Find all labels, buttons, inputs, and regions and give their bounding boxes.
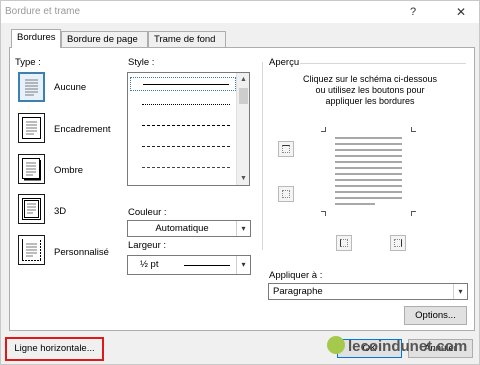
dialog-title: Bordure et trame	[5, 6, 81, 17]
type-shadow-label[interactable]: Ombre	[54, 165, 83, 176]
type-label: Type :	[15, 57, 41, 68]
style-dashed-medium-item[interactable]	[130, 140, 236, 154]
close-button[interactable]: ✕	[451, 3, 471, 21]
apply-to-label: Appliquer à :	[269, 270, 323, 281]
corner-mark	[321, 211, 326, 216]
preview-instruction-line-3: appliquer les bordures	[325, 96, 415, 106]
borders-dialog: Bordure et trame ? ✕ Bordures Bordure de…	[0, 0, 480, 365]
dashed-large-line-sample	[142, 167, 230, 168]
style-dotted-item[interactable]	[130, 98, 236, 112]
type-3d-label[interactable]: 3D	[54, 206, 66, 217]
smiley-logo-icon	[327, 336, 345, 355]
preview-text-line	[335, 143, 402, 145]
width-line-sample	[184, 265, 230, 266]
type-none-label[interactable]: Aucune	[54, 82, 86, 93]
solid-line-sample	[143, 84, 229, 85]
preview-text-line	[335, 161, 402, 163]
corner-mark	[321, 127, 326, 132]
dashed-small-line-sample	[142, 125, 230, 126]
tab-bordure-de-page-label: Bordure de page	[67, 34, 138, 45]
preview-text-line	[335, 191, 402, 193]
border-box-icon	[22, 117, 41, 139]
inside-horizontal-border-button[interactable]	[278, 186, 294, 202]
preview-text-line	[335, 185, 402, 187]
preview-text-line	[335, 137, 402, 139]
style-list-scrollbar[interactable]: ▲ ▼	[236, 73, 249, 185]
dashed-medium-line-sample	[142, 146, 230, 147]
border-shadow-icon	[22, 158, 41, 181]
preview-text-line	[335, 203, 375, 205]
dotted-line-sample	[142, 104, 230, 105]
apply-to-value: Paragraphe	[273, 286, 323, 297]
preview-text-line	[335, 155, 402, 157]
chevron-down-icon[interactable]: ▾	[453, 284, 467, 299]
type-shadow-button[interactable]	[18, 154, 45, 184]
left-border-icon	[340, 239, 348, 247]
watermark-text: lecoindunet.com	[348, 338, 468, 355]
right-border-icon	[394, 239, 402, 247]
horizontal-line-button[interactable]: Ligne horizontale...	[7, 339, 102, 358]
preview-text-line	[335, 197, 402, 199]
preview-text-line	[335, 167, 402, 169]
preview-text-line	[335, 179, 402, 181]
type-custom-button[interactable]	[18, 235, 45, 265]
color-value: Automatique	[155, 223, 209, 234]
border-custom-icon	[22, 239, 41, 261]
title-bar: Bordure et trame ? ✕	[1, 1, 479, 23]
style-solid-item[interactable]	[130, 77, 236, 91]
width-label: Largeur :	[128, 240, 167, 251]
watermark: lecoindunet.com	[327, 336, 468, 362]
preview-instruction-line-1: Cliquez sur le schéma ci-dessous	[302, 74, 438, 84]
top-border-button[interactable]	[278, 141, 294, 157]
tab-trame-de-fond-label: Trame de fond	[154, 34, 216, 45]
scroll-down-icon[interactable]: ▼	[237, 172, 249, 185]
apply-to-select[interactable]: Paragraphe ▾	[268, 283, 468, 300]
inside-horizontal-border-icon	[282, 190, 290, 198]
tab-trame-de-fond[interactable]: Trame de fond	[148, 31, 226, 48]
tab-bordures[interactable]: Bordures	[11, 29, 61, 48]
scroll-thumb[interactable]	[239, 88, 248, 104]
preview-text-line	[335, 149, 402, 151]
left-border-button[interactable]	[336, 235, 352, 251]
border-none-icon	[25, 79, 38, 96]
help-button[interactable]: ?	[405, 4, 421, 20]
right-border-button[interactable]	[390, 235, 406, 251]
color-select[interactable]: Automatique ▾	[127, 220, 251, 237]
width-select[interactable]: ½ pt ▾	[127, 255, 251, 275]
corner-mark	[411, 211, 416, 216]
style-label: Style :	[128, 57, 155, 68]
type-box-label[interactable]: Encadrement	[54, 124, 111, 135]
chevron-down-icon[interactable]: ▾	[236, 256, 250, 274]
tab-bordures-label: Bordures	[17, 32, 56, 43]
style-list[interactable]: ▲ ▼	[127, 72, 250, 186]
border-3d-icon	[22, 198, 41, 220]
preview-instruction-line-2: ou utilisez les boutons pour	[315, 85, 425, 95]
style-dashed-small-item[interactable]	[130, 119, 236, 133]
top-border-icon	[282, 145, 290, 153]
options-button[interactable]: Options...	[404, 306, 467, 325]
tab-bordure-de-page[interactable]: Bordure de page	[61, 31, 148, 48]
chevron-down-icon[interactable]: ▾	[236, 221, 250, 236]
type-box-button[interactable]	[18, 113, 45, 143]
color-label: Couleur :	[128, 207, 167, 218]
type-custom-label[interactable]: Personnalisé	[54, 247, 109, 258]
borders-panel: Type : Aucune Encadrement Ombre 3D Perso…	[9, 47, 475, 331]
preview-diagram[interactable]	[321, 127, 416, 216]
preview-instructions: Cliquez sur le schéma ci-dessous ou util…	[300, 74, 440, 107]
type-none-button[interactable]	[18, 72, 45, 102]
corner-mark	[411, 127, 416, 132]
type-3d-button[interactable]	[18, 194, 45, 224]
width-value: ½ pt	[140, 259, 159, 270]
preview-text-line	[335, 173, 402, 175]
style-dashed-large-item[interactable]	[130, 161, 236, 175]
scroll-up-icon[interactable]: ▲	[237, 73, 249, 86]
